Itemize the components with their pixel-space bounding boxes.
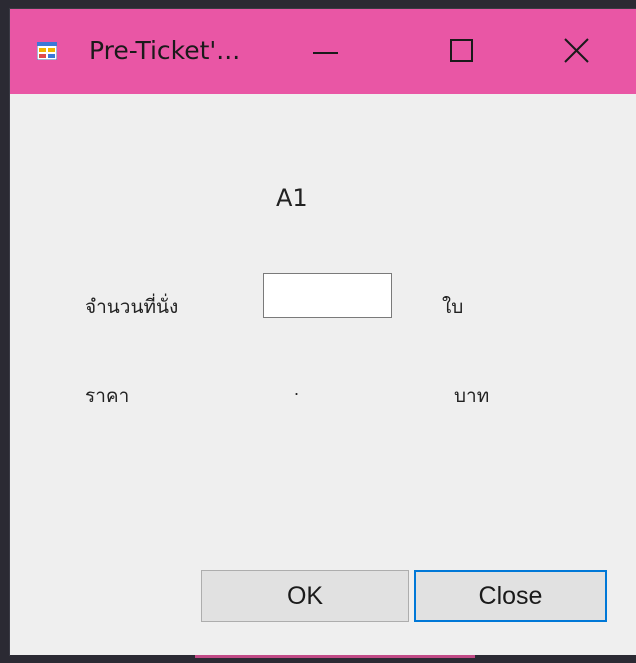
maximize-button[interactable] [431,27,493,77]
close-icon [564,38,589,63]
quantity-input[interactable] [263,273,392,318]
ok-button[interactable]: OK [201,570,409,622]
currency-label: บาท [454,385,490,407]
form-icon [36,41,58,61]
price-value: . [294,379,300,399]
seat-number: A1 [276,184,308,212]
taskbar-accent [195,655,475,658]
quantity-label: จำนวนที่นั่ง [85,296,179,318]
window-title: Pre-Ticket'... [89,36,241,65]
pre-ticket-dialog: Pre-Ticket'... A1 จำนวนที่นั่ง ใบ ราคา .… [10,9,636,655]
quantity-unit-label: ใบ [442,296,464,318]
title-bar[interactable]: Pre-Ticket'... [10,9,636,94]
minimize-icon [313,52,338,54]
price-label: ราคา [85,385,130,407]
maximize-icon [450,39,473,62]
close-button[interactable]: Close [414,570,607,622]
minimize-button[interactable] [295,27,357,77]
close-window-button[interactable] [546,27,608,77]
